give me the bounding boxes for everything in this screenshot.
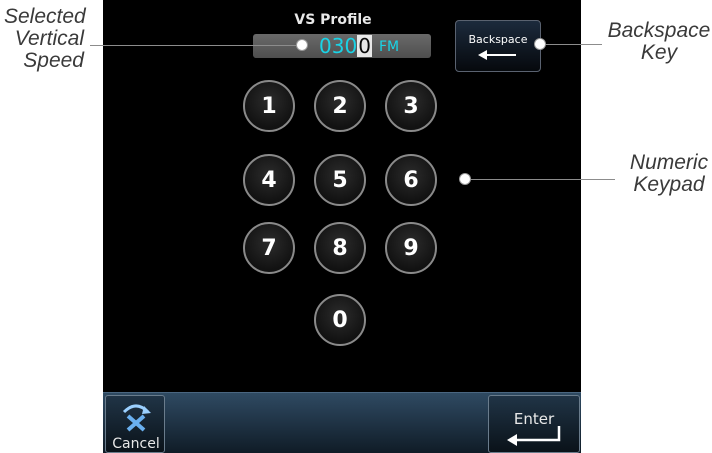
cancel-button[interactable]: Cancel xyxy=(105,395,165,453)
backspace-button[interactable]: Backspace xyxy=(455,20,541,72)
cancel-x-icon xyxy=(122,404,151,432)
key-4[interactable]: 4 xyxy=(243,154,295,206)
key-7[interactable]: 7 xyxy=(243,222,295,274)
enter-button[interactable]: Enter xyxy=(488,395,580,453)
key-0[interactable]: 0 xyxy=(314,294,366,346)
callout-line: Backspace xyxy=(607,19,711,42)
vertical-speed-field[interactable]: 0300 FM xyxy=(253,34,431,58)
key-5[interactable]: 5 xyxy=(314,154,366,206)
key-1[interactable]: 1 xyxy=(243,80,295,132)
callout-dot-keypad xyxy=(460,174,470,184)
leader-line-vs xyxy=(90,45,302,46)
leader-line-keypad xyxy=(465,179,615,180)
vs-cursor-digit: 0 xyxy=(357,34,372,58)
vs-digits: 030 xyxy=(319,34,358,58)
cancel-label: Cancel xyxy=(112,436,160,452)
key-3[interactable]: 3 xyxy=(385,80,437,132)
key-8[interactable]: 8 xyxy=(314,222,366,274)
device-screen: VS Profile 0300 FM Backspace 1 2 3 4 5 6… xyxy=(103,0,581,453)
callout-dot-vs xyxy=(297,40,307,50)
key-2[interactable]: 2 xyxy=(314,80,366,132)
page-title: VS Profile xyxy=(294,12,372,28)
vertical-speed-unit: FM xyxy=(379,39,400,55)
vertical-speed-value: 0300 xyxy=(319,35,372,57)
key-6[interactable]: 6 xyxy=(385,154,437,206)
callout-line: Keypad xyxy=(633,173,705,196)
callout-line: Speed xyxy=(23,49,84,72)
callout-backspace-key: Backspace Key xyxy=(606,20,712,64)
enter-return-icon xyxy=(507,426,561,446)
callout-line: Key xyxy=(640,41,678,64)
callout-selected-vertical-speed: Selected Vertical Speed xyxy=(4,5,86,72)
key-9[interactable]: 9 xyxy=(385,222,437,274)
callout-dot-backspace xyxy=(535,39,545,49)
callout-numeric-keypad: Numeric Keypad xyxy=(626,152,712,196)
callout-line: Numeric xyxy=(629,151,709,174)
leader-line-backspace xyxy=(540,44,602,45)
callout-line: Vertical xyxy=(14,27,84,50)
left-arrow-icon xyxy=(478,50,516,60)
bottom-bar: Cancel Enter xyxy=(103,392,581,453)
backspace-label: Backspace xyxy=(468,33,528,46)
callout-line: Selected xyxy=(4,5,86,28)
